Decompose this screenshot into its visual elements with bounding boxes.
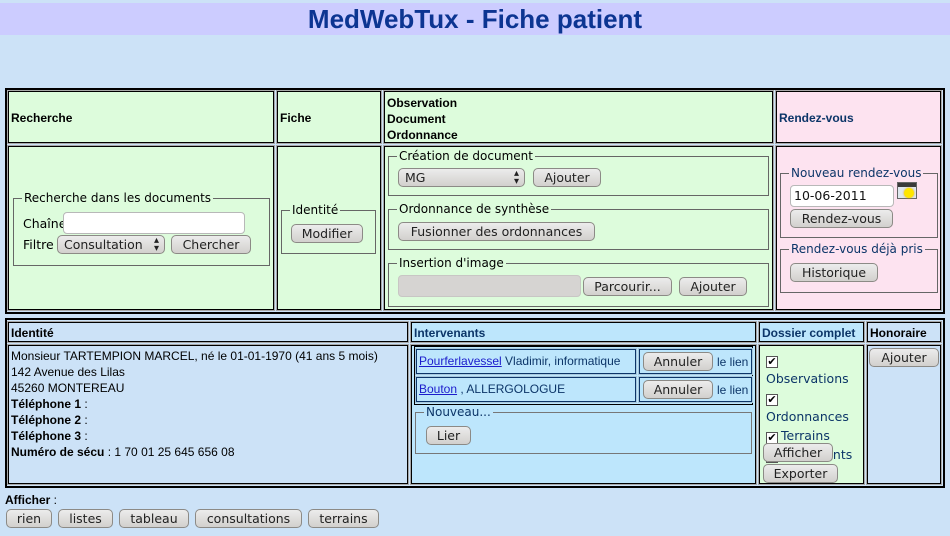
numero-secu: Numéro de sécu : 1 70 01 25 645 656 08 [11, 445, 235, 459]
modifier-button[interactable]: Modifier [291, 224, 363, 243]
historique-button[interactable]: Historique [790, 263, 878, 282]
parcourir-button[interactable]: Parcourir... [583, 277, 672, 296]
chaine-label: Chaîne [23, 216, 67, 231]
header-fiche-label: Fiche [280, 111, 312, 125]
page-title: MedWebTux - Fiche patient [0, 3, 950, 35]
afficher-label: Afficher : [5, 493, 58, 507]
header-rendez-vous: Rendez-vous [775, 90, 942, 144]
header-dossier-label: Dossier complet [762, 326, 856, 340]
le-lien-label: le lien [717, 355, 749, 369]
fiche-cell: Identité Modifier [276, 145, 382, 311]
header-identite: Identité [7, 321, 409, 343]
annuler-button[interactable]: Annuler [643, 380, 713, 399]
nouveau-rdv-legend: Nouveau rendez-vous [791, 166, 922, 180]
intervenant-row: Pourferlavessel Vladimir, informatique [415, 348, 637, 375]
creation-selected: MG [405, 170, 426, 185]
patient-city: 45260 MONTEREAU [11, 381, 125, 395]
le-lien-label: le lien [717, 383, 749, 397]
header-document-label: Document [387, 112, 446, 126]
documents-cell: Création de document MG ▴ ▾ Ajouter Ordon… [383, 145, 774, 311]
chaine-input[interactable] [63, 212, 245, 234]
header-ordonnance-label: Ordonnance [387, 128, 458, 142]
select-arrows-icon: ▴ ▾ [513, 168, 519, 187]
intervenant-action-cell: Annuler le lien [638, 376, 753, 403]
patient-address: 142 Avenue des Lilas [11, 365, 125, 379]
filtre-selected: Consultation [64, 237, 143, 252]
fiche-legend: Identité [292, 203, 339, 217]
header-observation-label: Observation [387, 96, 458, 110]
creation-select[interactable]: MG ▴ ▾ [398, 168, 525, 187]
synthese-legend: Ordonnance de synthèse [399, 202, 550, 216]
checkbox-checked-icon[interactable]: ✔ [766, 356, 778, 368]
honoraire-cell: Ajouter [866, 344, 942, 485]
header-honoraire-label: Honoraire [870, 326, 927, 340]
filtre-select[interactable]: Consultation ▴ ▾ [57, 235, 165, 254]
creation-legend: Création de document [399, 149, 533, 163]
nouveau-legend: Nouveau... [426, 405, 491, 419]
header-identite-label: Identité [11, 326, 54, 340]
header-fiche: Fiche [276, 90, 382, 144]
dossier-afficher-button[interactable]: Afficher [763, 443, 833, 462]
rdv-date-input[interactable]: 10-06-2011 [790, 185, 894, 207]
image-legend: Insertion d'image [399, 256, 504, 270]
annuler-button[interactable]: Annuler [643, 352, 713, 371]
identite-cell: Monsieur TARTEMPION MARCEL, né le 01-01-… [7, 344, 409, 485]
recherche-legend: Recherche dans les documents [24, 191, 212, 205]
afficher-consultations-button[interactable]: consultations [195, 509, 302, 528]
image-ajouter-button[interactable]: Ajouter [679, 277, 747, 296]
intervenant-action-cell: Annuler le lien [638, 348, 753, 375]
creation-ajouter-button[interactable]: Ajouter [533, 168, 601, 187]
telephone-2: Téléphone 2 : [11, 413, 88, 427]
header-recherche: Recherche [7, 90, 275, 144]
checkbox-checked-icon[interactable]: ✔ [766, 394, 778, 406]
afficher-listes-button[interactable]: listes [58, 509, 113, 528]
rendez-vous-button[interactable]: Rendez-vous [790, 209, 893, 228]
intervenants-cell: Pourferlavessel Vladimir, informatique A… [410, 344, 757, 485]
dossier-exporter-button[interactable]: Exporter [763, 464, 838, 483]
select-arrows-icon: ▴ ▾ [153, 235, 159, 254]
patient-name: Monsieur TARTEMPION MARCEL, né le 01-01-… [11, 349, 378, 363]
filtre-label: Filtre [23, 237, 54, 252]
calendar-icon[interactable] [897, 182, 917, 199]
intervenant-link[interactable]: Pourferlavessel [419, 354, 502, 368]
header-honoraire: Honoraire [866, 321, 942, 343]
honoraire-ajouter-button[interactable]: Ajouter [869, 348, 939, 367]
intervenant-link[interactable]: Bouton [419, 382, 457, 396]
header-intervenants-label: Intervenants [414, 326, 486, 340]
dossier-item-observations[interactable]: ✔Observations [766, 350, 863, 388]
header-intervenants: Intervenants [410, 321, 757, 343]
fusionner-button[interactable]: Fusionner des ordonnances [398, 222, 595, 241]
telephone-3: Téléphone 3 : [11, 429, 88, 443]
header-recherche-label: Recherche [11, 111, 73, 125]
header-documents: Observation Document Ordonnance [383, 90, 774, 144]
image-file-input[interactable] [398, 275, 581, 297]
rdv-pris-legend: Rendez-vous déjà pris [791, 242, 923, 256]
header-rendez-vous-label: Rendez-vous [779, 111, 854, 125]
chercher-button[interactable]: Chercher [171, 235, 251, 254]
afficher-terrains-button[interactable]: terrains [308, 509, 379, 528]
rendez-vous-cell: Nouveau rendez-vous 10-06-2011 Rendez-vo… [775, 145, 942, 311]
dossier-cell: ✔Observations ✔Ordonnances ✔Terrains ✔Do… [758, 344, 865, 485]
afficher-rien-button[interactable]: rien [6, 509, 52, 528]
dossier-item-ordonnances[interactable]: ✔Ordonnances [766, 388, 863, 426]
recherche-cell: Recherche dans les documents Chaîne Filt… [7, 145, 275, 311]
intervenant-row: Bouton , ALLERGOLOGUE [415, 376, 637, 403]
header-dossier: Dossier complet [758, 321, 865, 343]
telephone-1: Téléphone 1 : [11, 397, 88, 411]
afficher-tableau-button[interactable]: tableau [119, 509, 189, 528]
lier-button[interactable]: Lier [426, 426, 471, 445]
